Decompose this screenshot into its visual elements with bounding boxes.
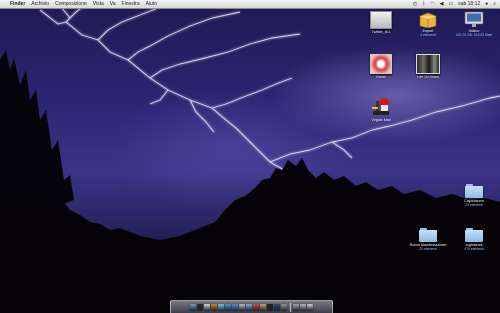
image-file-icon — [370, 11, 392, 29]
dock — [170, 300, 333, 313]
dock-separator — [289, 303, 291, 312]
dock-calendar-icon[interactable] — [253, 304, 259, 311]
icon-sublabel: 475 elementi — [464, 247, 484, 251]
battery-icon[interactable]: ▭ — [448, 1, 453, 7]
desktop-icon-roma-manifestazione[interactable]: Roma Manifestazione 25 elementi — [404, 228, 452, 251]
dock-photoshop-icon[interactable] — [274, 304, 280, 311]
menu-finder[interactable]: Finder — [10, 1, 25, 7]
icon-sublabel: 25 elementi — [465, 203, 483, 207]
dock-downloads-stack-icon[interactable] — [293, 304, 299, 311]
desktop-icon-twitter-bg[interactable]: Twitter_BG — [357, 11, 405, 34]
photo-thumbnail-icon — [416, 54, 440, 74]
dock-terminal-icon[interactable] — [267, 304, 273, 311]
menu-finestra[interactable]: Finestra — [122, 1, 140, 7]
icon-sublabel: 25 elementi — [419, 247, 437, 251]
imac-drive-icon — [464, 11, 484, 28]
menu-aiuto[interactable]: Aiuto — [146, 1, 157, 7]
dock-iphoto-icon[interactable] — [239, 304, 245, 311]
dock-dashboard-icon[interactable] — [197, 304, 203, 311]
spotlight-icon[interactable]: ⌕ — [493, 1, 496, 7]
icon-sublabel: 470,76 GB, 315,53 liberi — [455, 33, 493, 37]
lightning-wallpaper — [0, 1, 500, 313]
dock-firefox-icon[interactable] — [211, 304, 217, 311]
menu-composizione[interactable]: Composizione — [55, 1, 87, 7]
mail-app-icon — [370, 95, 392, 117]
icon-label: Gmail — [376, 75, 386, 79]
dock-addressbook-icon[interactable] — [260, 304, 266, 311]
desktop-icon-gmail[interactable]: Gmail — [357, 54, 405, 79]
folder-icon — [419, 228, 437, 242]
dock-skype-icon[interactable] — [225, 304, 231, 311]
dock-system-prefs-icon[interactable] — [281, 304, 287, 311]
bluetooth-icon[interactable]: ᛒ — [422, 1, 425, 7]
desktop[interactable]: Finder Archivio Composizione Vista Va Fi… — [0, 0, 500, 313]
folder-icon — [465, 184, 483, 198]
menu-archivio[interactable]: Archivio — [31, 1, 49, 7]
dock-ichat-icon[interactable] — [232, 304, 238, 311]
icon-label: Twitter_BG — [371, 30, 391, 34]
icon-label: Virgilio Mail — [371, 118, 391, 122]
dock-mail-icon[interactable] — [204, 304, 210, 311]
menu-extras: ◴ ᛒ ◠ ◀ ▭ sab 18:12 ● ⌕ — [408, 1, 496, 7]
icon-sublabel: 4 elementi — [420, 33, 436, 37]
menu-clock[interactable]: sab 18:12 — [458, 1, 480, 7]
user-icon[interactable]: ● — [485, 1, 488, 7]
dock-documents-stack-icon[interactable] — [300, 304, 306, 311]
time-machine-icon[interactable]: ◴ — [413, 1, 417, 7]
menu-vista[interactable]: Vista — [93, 1, 104, 7]
volume-icon[interactable]: ◀ — [440, 1, 444, 7]
gift-image-icon — [370, 54, 392, 74]
desktop-icon-virgilio-mail[interactable]: Virgilio Mail — [357, 95, 405, 122]
desktop-icon-hard-drive[interactable]: Ifollico 470,76 GB, 315,53 liberi — [450, 11, 498, 37]
dock-trash-icon[interactable] — [307, 304, 313, 311]
menu-va[interactable]: Va — [110, 1, 116, 7]
wifi-icon[interactable]: ◠ — [430, 1, 434, 7]
dock-preview-icon[interactable] — [246, 304, 252, 311]
desktop-icon-export[interactable]: Export 4 elementi — [404, 10, 452, 37]
icon-label: Life On Mars — [417, 75, 439, 79]
box-folder-icon — [419, 10, 437, 29]
dock-itunes-icon[interactable] — [218, 304, 224, 311]
folder-icon — [465, 228, 483, 242]
menu-bar: Finder Archivio Composizione Vista Va Fi… — [0, 0, 500, 9]
desktop-icon-life-on-mars[interactable]: Life On Mars — [404, 54, 452, 79]
desktop-icon-capodanno[interactable]: Capodanno 25 elementi — [450, 184, 498, 207]
dock-finder-icon[interactable] — [190, 304, 196, 311]
desktop-icon-inghilterra[interactable]: Inghilterra 475 elementi — [450, 228, 498, 251]
tree-silhouette — [0, 115, 500, 313]
